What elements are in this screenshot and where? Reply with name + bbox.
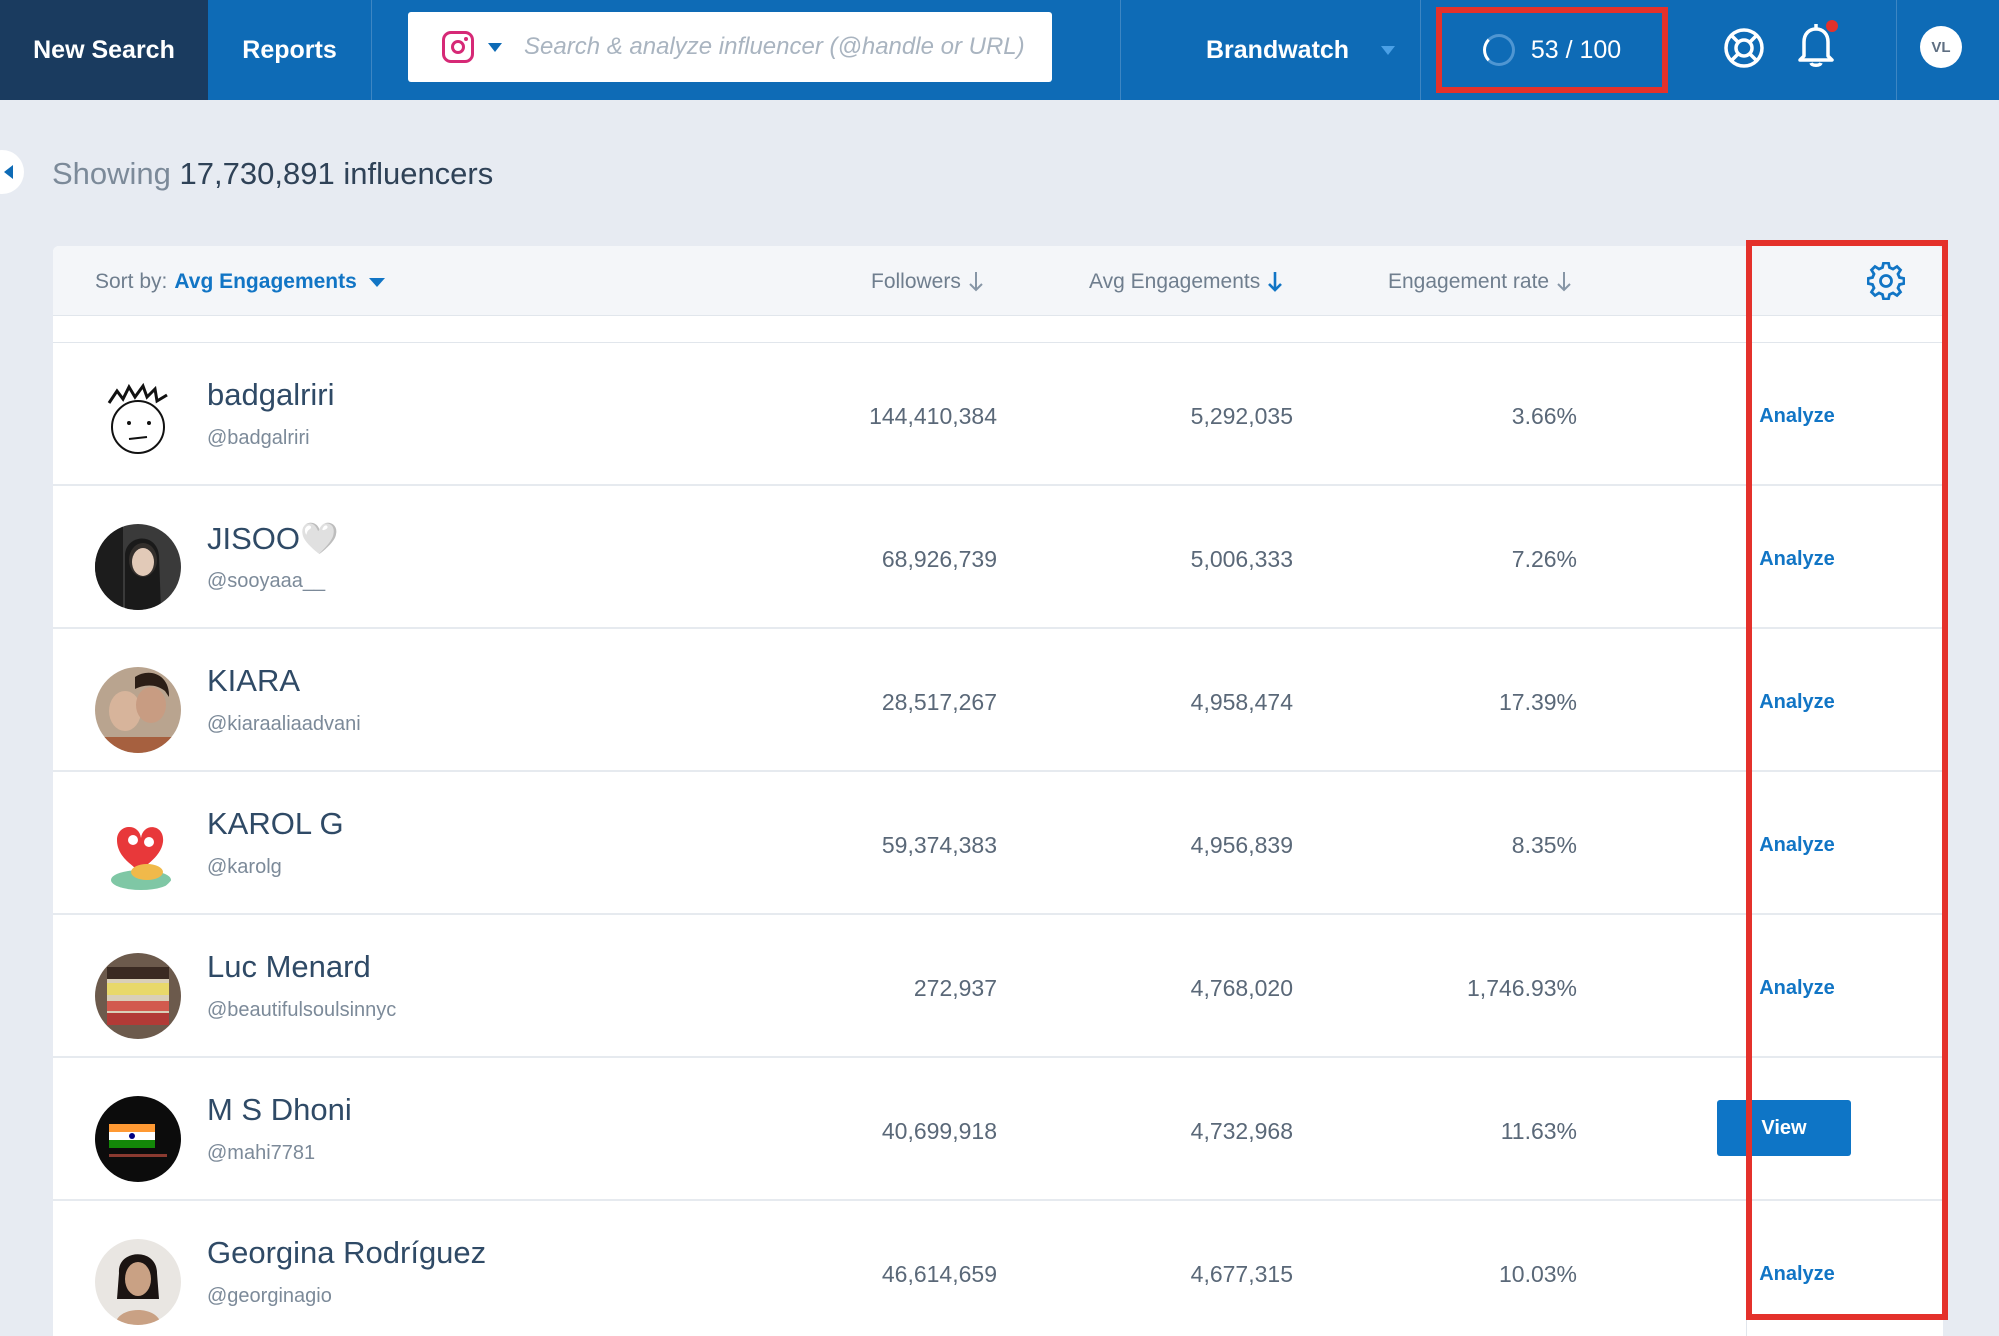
column-label-engagement-rate: Engagement rate — [1388, 270, 1550, 293]
sort-arrow-down-active-icon — [1268, 272, 1283, 292]
followers-value: 68,926,739 — [881, 546, 997, 572]
view-button[interactable]: View — [1717, 1100, 1851, 1156]
sort-label: Sort by: — [95, 270, 168, 293]
table-row[interactable]: Georgina Rodríguez @georginagio 46,614,6… — [53, 1201, 1943, 1336]
followers-value: 46,614,659 — [881, 1261, 997, 1287]
credits-counter[interactable]: 53 / 100 — [1436, 7, 1668, 93]
influencer-name[interactable]: Luc Menard — [207, 949, 371, 985]
column-header-engagement-rate[interactable]: Engagement rate — [1388, 270, 1571, 294]
engagement-rate-value: 17.39% — [1498, 689, 1577, 715]
table-settings-gear-icon[interactable] — [1867, 262, 1905, 300]
sort-control[interactable]: Sort by: Avg Engagements — [95, 270, 385, 294]
sort-value[interactable]: Avg Engagements — [174, 270, 356, 294]
analyze-button[interactable]: Analyze — [1743, 834, 1851, 857]
influencer-handle: @mahi7781 — [207, 1142, 316, 1164]
table-row[interactable]: Luc Menard @beautifulsoulsinnyc 272,937 … — [53, 915, 1943, 1058]
engagement-rate-value: 7.26% — [1511, 546, 1577, 572]
profile-photo[interactable] — [95, 524, 181, 610]
sort-arrow-down-icon — [969, 272, 983, 292]
workspace-name: Brandwatch — [1206, 35, 1350, 64]
influencer-name[interactable]: M S Dhoni — [207, 1092, 352, 1128]
avg-engagements-value: 5,006,333 — [1190, 546, 1293, 572]
credits-value: 53 / 100 — [1530, 35, 1622, 64]
profile-photo[interactable] — [95, 1239, 181, 1325]
table-header: Sort by: Avg Engagements Followers Avg E… — [53, 246, 1943, 316]
table-row[interactable]: KAROL G @karolg 59,374,383 4,956,839 8.3… — [53, 772, 1943, 915]
engagement-rate-value: 11.63% — [1500, 1118, 1577, 1144]
followers-value: 59,374,383 — [881, 832, 997, 858]
influencer-handle: @beautifulsoulsinnyc — [207, 999, 397, 1021]
workspace-selector[interactable]: Brandwatch — [1206, 0, 1396, 100]
followers-value: 40,699,918 — [881, 1118, 997, 1144]
influencer-name[interactable]: JISOO🤍 — [207, 520, 339, 557]
platform-dropdown-chevron-icon[interactable] — [488, 42, 502, 52]
nav-divider — [1420, 0, 1421, 100]
profile-photo[interactable] — [95, 953, 181, 1039]
column-label-followers: Followers — [871, 270, 961, 293]
workspace-chevron-down-icon[interactable] — [1381, 45, 1396, 55]
analyze-button[interactable]: Analyze — [1743, 977, 1851, 1000]
sort-arrow-down-icon — [1557, 272, 1571, 292]
avg-engagements-value: 5,292,035 — [1190, 403, 1293, 429]
help-lifebuoy-icon[interactable] — [1722, 26, 1766, 70]
tab-reports[interactable]: Reports — [208, 0, 372, 100]
influencer-name[interactable]: badgalriri — [207, 377, 335, 413]
results-count: 17,730,891 — [179, 156, 335, 191]
influencer-handle: @karolg — [207, 856, 282, 878]
analyze-button[interactable]: Analyze — [1743, 691, 1851, 714]
column-header-avg-engagements[interactable]: Avg Engagements — [1089, 270, 1283, 294]
avg-engagements-value: 4,958,474 — [1190, 689, 1293, 715]
engagement-rate-value: 3.66% — [1511, 403, 1577, 429]
results-prefix: Showing — [52, 156, 171, 191]
influencer-name[interactable]: Georgina Rodríguez — [207, 1235, 486, 1271]
profile-photo[interactable] — [95, 810, 181, 896]
search-input[interactable] — [524, 33, 1044, 61]
influencer-name[interactable]: KAROL G — [207, 806, 344, 842]
influencer-handle: @kiaraaliaadvani — [207, 713, 361, 735]
column-header-followers[interactable]: Followers — [871, 270, 983, 294]
avg-engagements-value: 4,732,968 — [1190, 1118, 1293, 1144]
instagram-icon[interactable] — [442, 31, 474, 63]
avg-engagements-value: 4,677,315 — [1190, 1261, 1293, 1287]
profile-photo[interactable] — [95, 381, 181, 467]
results-summary: Showing 17,730,891 influencers — [52, 156, 493, 192]
table-row[interactable]: M S Dhoni @mahi7781 40,699,918 4,732,968… — [53, 1058, 1943, 1201]
column-label-avg-engagements: Avg Engagements — [1089, 270, 1261, 293]
avg-engagements-value: 4,956,839 — [1190, 832, 1293, 858]
engagement-rate-value: 1,746.93% — [1467, 975, 1577, 1001]
results-suffix: influencers — [343, 156, 494, 191]
analyze-button[interactable]: Analyze — [1743, 405, 1851, 428]
influencer-name[interactable]: KIARA — [207, 663, 300, 699]
influencer-handle: @georginagio — [207, 1285, 332, 1307]
tab-new-search[interactable]: New Search — [0, 0, 208, 100]
profile-photo[interactable] — [95, 667, 181, 753]
influencer-table: Sort by: Avg Engagements Followers Avg E… — [53, 246, 1943, 1336]
influencer-search-box[interactable] — [408, 12, 1052, 82]
influencer-handle: @badgalriri — [207, 427, 310, 449]
notification-badge — [1826, 20, 1838, 32]
followers-value: 28,517,267 — [881, 689, 997, 715]
avg-engagements-value: 4,768,020 — [1190, 975, 1293, 1001]
sort-chevron-down-icon[interactable] — [368, 277, 385, 287]
influencer-handle: @sooyaaa__ — [207, 570, 326, 592]
engagement-rate-value: 10.03% — [1498, 1261, 1577, 1287]
followers-value: 144,410,384 — [869, 403, 997, 429]
profile-photo[interactable] — [95, 1096, 181, 1182]
engagement-rate-value: 8.35% — [1511, 832, 1577, 858]
analyze-button[interactable]: Analyze — [1743, 548, 1851, 571]
followers-value: 272,937 — [913, 975, 997, 1001]
nav-divider — [1896, 0, 1897, 100]
user-avatar[interactable]: VL — [1920, 26, 1962, 68]
table-row[interactable]: badgalriri @badgalriri 144,410,384 5,292… — [53, 343, 1943, 486]
table-row[interactable]: JISOO🤍 @sooyaaa__ 68,926,739 5,006,333 7… — [53, 486, 1943, 629]
nav-divider — [1120, 0, 1121, 100]
sidebar-collapse-button[interactable] — [0, 150, 24, 194]
credits-ring-icon — [1482, 34, 1515, 66]
table-row[interactable]: KIARA @kiaraaliaadvani 28,517,267 4,958,… — [53, 629, 1943, 772]
analyze-button[interactable]: Analyze — [1743, 1263, 1851, 1286]
